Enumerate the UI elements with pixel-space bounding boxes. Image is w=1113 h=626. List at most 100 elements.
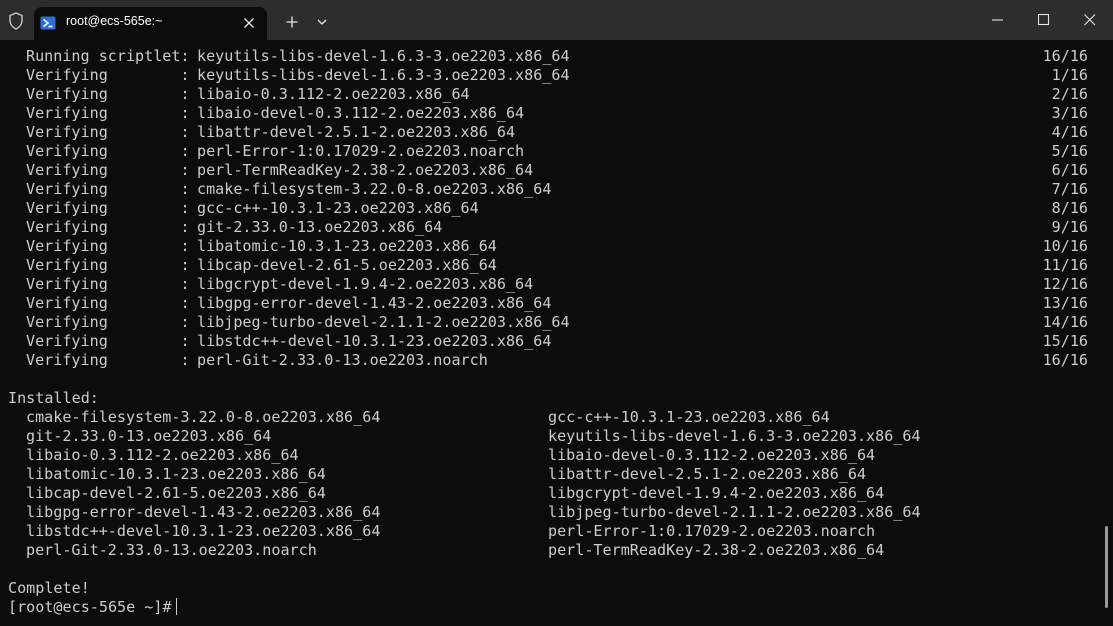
verify-count: 1/16 [1051, 66, 1088, 84]
verify-line: Verifying : perl-Error-1:0.17029-2.oe2203… [8, 142, 1098, 161]
verify-label: Verifying : [26, 161, 190, 179]
verify-line: Verifying : libattr-devel-2.5.1-2.oe2203.… [8, 123, 1098, 142]
verify-package: git-2.33.0-13.oe2203.x86_64 [197, 218, 443, 236]
installed-header: Installed: [8, 389, 99, 407]
verify-package: libgpg-error-devel-1.43-2.oe2203.x86_64 [197, 294, 552, 312]
verify-count: 4/16 [1051, 123, 1088, 141]
verify-line: Verifying : libjpeg-turbo-devel-2.1.1-2.o… [8, 313, 1098, 332]
verify-package: libattr-devel-2.5.1-2.oe2203.x86_64 [197, 123, 516, 141]
verify-label: Verifying : [26, 294, 190, 312]
verify-line: Verifying : libgpg-error-devel-1.43-2.oe2… [8, 294, 1098, 313]
verify-count: 15/16 [1042, 332, 1088, 350]
verify-package: libaio-devel-0.3.112-2.oe2203.x86_64 [197, 104, 525, 122]
verify-count: 16/16 [1042, 47, 1088, 65]
verify-count: 11/16 [1042, 256, 1088, 274]
installed-line: perl-Git-2.33.0-13.oe2203.noarch perl-Ter… [8, 541, 1098, 560]
verify-package: libcap-devel-2.61-5.oe2203.x86_64 [197, 256, 497, 274]
verify-count: 14/16 [1042, 313, 1088, 331]
chevron-down-icon[interactable] [312, 12, 332, 32]
installed-line: libcap-devel-2.61-5.oe2203.x86_64 libgcry… [8, 484, 1098, 503]
verify-count: 8/16 [1051, 199, 1088, 217]
installed-package: keyutils-libs-devel-1.6.3-3.oe2203.x86_6… [548, 427, 921, 445]
verify-label: Verifying : [26, 332, 190, 350]
installed-line: libatomic-10.3.1-23.oe2203.x86_64 libattr… [8, 465, 1098, 484]
verify-label: Verifying : [26, 237, 190, 255]
plus-icon[interactable] [282, 12, 302, 32]
verify-label: Verifying : [26, 256, 190, 274]
verify-package: keyutils-libs-devel-1.6.3-3.oe2203.x86_6… [197, 47, 570, 65]
verify-label: Running scriptlet: [26, 47, 190, 65]
shield-icon[interactable] [5, 10, 27, 32]
verify-label: Verifying : [26, 275, 190, 293]
verify-count: 10/16 [1042, 237, 1088, 255]
installed-package: git-2.33.0-13.oe2203.x86_64 [26, 427, 272, 445]
installed-line: git-2.33.0-13.oe2203.x86_64 keyutils-libs… [8, 427, 1098, 446]
verify-line: Verifying : libgcrypt-devel-1.9.4-2.oe220… [8, 275, 1098, 294]
verify-label: Verifying : [26, 104, 190, 122]
installed-package: perl-Error-1:0.17029-2.oe2203.noarch [548, 522, 876, 540]
verify-label: Verifying : [26, 180, 190, 198]
installed-package: perl-TermReadKey-2.38-2.oe2203.x86_64 [548, 541, 885, 559]
verify-label: Verifying : [26, 85, 190, 103]
terminal-output[interactable]: Running scriptlet: keyutils-libs-devel-1.… [8, 47, 1098, 622]
installed-package: libgpg-error-devel-1.43-2.oe2203.x86_64 [26, 503, 381, 521]
installed-package: libaio-devel-0.3.112-2.oe2203.x86_64 [548, 446, 876, 464]
verify-line: Verifying : gcc-c++-10.3.1-23.oe2203.x86_… [8, 199, 1098, 218]
verify-line: Verifying : git-2.33.0-13.oe2203.x86_64 9/… [8, 218, 1098, 237]
verify-line: Verifying : libaio-devel-0.3.112-2.oe2203… [8, 104, 1098, 123]
installed-line: libaio-0.3.112-2.oe2203.x86_64 libaio-dev… [8, 446, 1098, 465]
title-bar: root@ecs-565e:~ [0, 0, 1113, 40]
verify-label: Verifying : [26, 313, 190, 331]
maximize-icon[interactable] [1021, 0, 1067, 40]
installed-package: libjpeg-turbo-devel-2.1.1-2.oe2203.x86_6… [548, 503, 921, 521]
verify-package: perl-Error-1:0.17029-2.oe2203.noarch [197, 142, 525, 160]
verify-package: keyutils-libs-devel-1.6.3-3.oe2203.x86_6… [197, 66, 570, 84]
installed-package: libcap-devel-2.61-5.oe2203.x86_64 [26, 484, 326, 502]
verify-package: cmake-filesystem-3.22.0-8.oe2203.x86_64 [197, 180, 552, 198]
tab-title: root@ecs-565e:~ [66, 14, 163, 28]
verify-block: Running scriptlet: keyutils-libs-devel-1.… [8, 47, 1098, 370]
verify-label: Verifying : [26, 351, 190, 369]
verify-line: Verifying : perl-TermReadKey-2.38-2.oe220… [8, 161, 1098, 180]
installed-block: cmake-filesystem-3.22.0-8.oe2203.x86_64 g… [8, 408, 1098, 560]
installed-package: perl-Git-2.33.0-13.oe2203.noarch [26, 541, 317, 559]
verify-line: Verifying : perl-Git-2.33.0-13.oe2203.noa… [8, 351, 1098, 370]
verify-count: 7/16 [1051, 180, 1088, 198]
close-icon[interactable] [239, 13, 259, 33]
verify-count: 6/16 [1051, 161, 1088, 179]
installed-line: cmake-filesystem-3.22.0-8.oe2203.x86_64 g… [8, 408, 1098, 427]
verify-package: libgcrypt-devel-1.9.4-2.oe2203.x86_64 [197, 275, 534, 293]
powershell-icon [40, 15, 56, 31]
installed-package: libstdc++-devel-10.3.1-23.oe2203.x86_64 [26, 522, 381, 540]
verify-line: Running scriptlet: keyutils-libs-devel-1.… [8, 47, 1098, 66]
verify-line: Verifying : libstdc++-devel-10.3.1-23.oe2… [8, 332, 1098, 351]
minimize-icon[interactable] [975, 0, 1021, 40]
verify-label: Verifying : [26, 218, 190, 236]
scrollbar[interactable] [1105, 526, 1108, 608]
installed-package: libaio-0.3.112-2.oe2203.x86_64 [26, 446, 299, 464]
verify-count: 12/16 [1042, 275, 1088, 293]
verify-package: libaio-0.3.112-2.oe2203.x86_64 [197, 85, 470, 103]
verify-line: Verifying : keyutils-libs-devel-1.6.3-3.o… [8, 66, 1098, 85]
verify-count: 5/16 [1051, 142, 1088, 160]
verify-count: 9/16 [1051, 218, 1088, 236]
close-window-icon[interactable] [1067, 0, 1113, 40]
verify-line: Verifying : libcap-devel-2.61-5.oe2203.x8… [8, 256, 1098, 275]
verify-count: 2/16 [1051, 85, 1088, 103]
verify-label: Verifying : [26, 66, 190, 84]
verify-line: Verifying : cmake-filesystem-3.22.0-8.oe2… [8, 180, 1098, 199]
installed-package: libatomic-10.3.1-23.oe2203.x86_64 [26, 465, 326, 483]
verify-package: libjpeg-turbo-devel-2.1.1-2.oe2203.x86_6… [197, 313, 570, 331]
installed-package: libgcrypt-devel-1.9.4-2.oe2203.x86_64 [548, 484, 885, 502]
installed-package: libattr-devel-2.5.1-2.oe2203.x86_64 [548, 465, 867, 483]
verify-package: gcc-c++-10.3.1-23.oe2203.x86_64 [197, 199, 479, 217]
verify-package: perl-Git-2.33.0-13.oe2203.noarch [197, 351, 488, 369]
shell-prompt: [root@ecs-565e ~]# [8, 598, 172, 616]
installed-line: libstdc++-devel-10.3.1-23.oe2203.x86_64 p… [8, 522, 1098, 541]
verify-count: 3/16 [1051, 104, 1088, 122]
tab-terminal[interactable]: root@ecs-565e:~ [34, 7, 267, 40]
prompt-line[interactable]: [root@ecs-565e ~]# [8, 598, 1098, 617]
verify-label: Verifying : [26, 123, 190, 141]
